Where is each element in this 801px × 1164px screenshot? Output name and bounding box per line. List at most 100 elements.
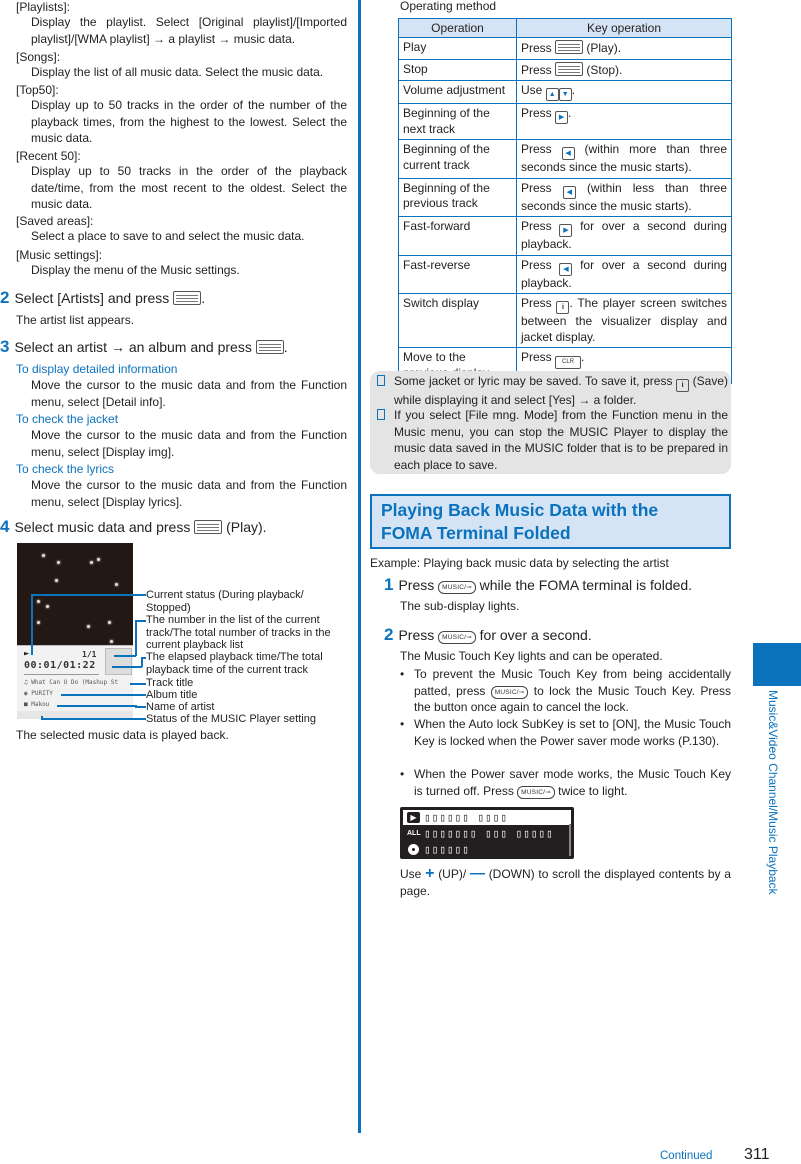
fold-step-2-result: The Music Touch Key lights and can be op… [400,649,663,663]
step-2: 2 Select [Artists] and press . [0,289,205,307]
chapter-tab [753,643,801,686]
visualizer-star [55,579,58,582]
left-key-icon: ◀ [562,185,576,199]
visualizer-star [115,583,118,586]
key-cell: Press ◀ (within less than three seconds … [516,177,732,217]
menu-key-icon [173,291,202,305]
term-playlists: [Playlists]: [16,0,71,14]
visualizer-star [42,554,45,557]
tip-jacket-title: To check the jacket [16,412,119,426]
example-text: Example: Playing back music data by sele… [370,556,669,570]
key-cell: Press ◀ (within more than three seconds … [516,139,732,179]
table-row: Beginning of the current track Press ◀ (… [398,139,732,179]
table-row: Volume adjustment Use ▲ ▼. [398,80,732,104]
term-music-settings: [Music settings]: [16,248,103,262]
term-recent50: [Recent 50]: [16,149,81,163]
op-cell: Beginning of the current track [398,139,517,179]
op-cell: Beginning of the next track [398,103,517,140]
table-row: Fast-reverse Press ◀ for over a second d… [398,254,732,294]
callout-line [112,666,142,668]
repeat-all-icon: ALL [407,830,421,837]
callout-track-title: Track title [146,677,194,689]
album-title-text: ◉ PURITY [24,690,53,697]
step-number: 1 [384,575,394,594]
clr-key-icon: CLR [555,356,582,369]
desc-music-settings: Display the menu of the Music settings. [31,263,240,277]
table-row: Stop Press (Stop). [398,58,732,81]
tip-lyrics-desc: Move the cursor to the music data and fr… [31,478,347,509]
op-cell: Beginning of the previous track [398,177,517,217]
visualizer-star [110,640,113,643]
key-cell: Use ▲ ▼. [516,80,732,104]
jacket-thumbnail [105,648,132,675]
op-cell: Play [398,37,517,60]
desc-songs: Display the list of all music data. Sele… [31,65,324,79]
music-key-icon: MUSIC/⊸ [438,631,476,644]
callout-line [57,705,137,707]
track-count: 1/1 [82,650,97,659]
visualizer-star [108,621,111,624]
step-2-result: The artist list appears. [16,313,135,327]
step-number: 4 [0,517,10,536]
table-row: Switch display Press i. The player scree… [398,293,732,348]
playback-status-icon: ► [24,649,30,659]
right-key-icon: ▶ [559,224,573,237]
callout-line [130,683,146,685]
callout-elapsed-time: The elapsed playback time/The total play… [146,651,323,676]
callout-line [41,718,146,720]
key-cell: Press i. The player screen switches betw… [516,293,732,348]
op-cell: Fast-reverse [398,254,517,294]
step-text: Select music data and press [14,519,191,535]
page-number: 311 [744,1146,770,1163]
music-key-icon: MUSIC/⊸ [517,785,555,799]
note-item: If you select [File mng. Mode] from the … [377,407,728,473]
progress-bar [24,674,99,675]
callout-track-number: The number in the list of the current tr… [146,614,331,651]
header-key-operation: Key operation [516,18,732,38]
operating-method-table: Operation Key operation Play Press (Play… [398,18,732,384]
section-title: Playing Back Music Data with the FOMA Ter… [381,500,659,543]
fold-step-2: 2 Press MUSIC/⊸ for over a second. [384,625,592,644]
callout-album-title: Album title [146,689,198,701]
left-key-icon: ◀ [561,147,575,160]
callout-line [135,620,146,622]
term-top50: [Top50]: [16,83,59,97]
plus-key-icon: + [425,865,435,882]
left-key-icon: ◀ [559,262,573,276]
visualizer-star [57,561,60,564]
disc-icon [408,844,419,855]
i-key-icon: i [676,379,690,392]
op-cell: Fast-forward [398,216,517,256]
callout-artist: Name of artist [146,701,215,713]
menu-key-icon [194,520,223,534]
music-key-icon: MUSIC/⊸ [490,685,529,699]
desc-playlists: Display the playlist. Select [Original p… [31,15,347,46]
step-4-result: The selected music data is played back. [16,728,229,742]
table-row: Play Press (Play). [398,37,732,60]
visualizer-star [90,561,93,564]
key-cell: Press ▶. [516,103,732,140]
op-cell: Switch display [398,293,517,348]
op-cell: Volume adjustment [398,80,517,104]
playback-time: 00:01/01:22 [24,660,96,671]
step-4: 4 Select music data and press (Play). [0,518,267,536]
artist-name-text: ■ Makou [24,701,50,708]
menu-key-icon [255,340,284,354]
continued-label: Continued [660,1150,713,1162]
visualizer-star [37,600,40,603]
table-row: Beginning of the previous track Press ◀ … [398,177,732,217]
tip-jacket-desc: Move the cursor to the music data and fr… [31,428,347,459]
visualizer-star [87,625,90,628]
table-row: Fast-forward Press ▶ for over a second d… [398,216,732,256]
table-row: Beginning of the next track Press ▶. [398,103,732,140]
column-divider [358,0,361,1133]
note-bullet-icon [377,375,385,386]
op-cell: Stop [398,58,517,81]
term-songs: [Songs]: [16,50,61,64]
callout-line [135,706,146,708]
step-after: . [283,339,288,355]
tip-detail-title: To display detailed information [16,362,178,376]
key-cell: Press (Play). [516,37,732,60]
step-after: . [201,290,206,306]
bullet-item: • To prevent the Music Touch Key from bei… [400,667,731,714]
